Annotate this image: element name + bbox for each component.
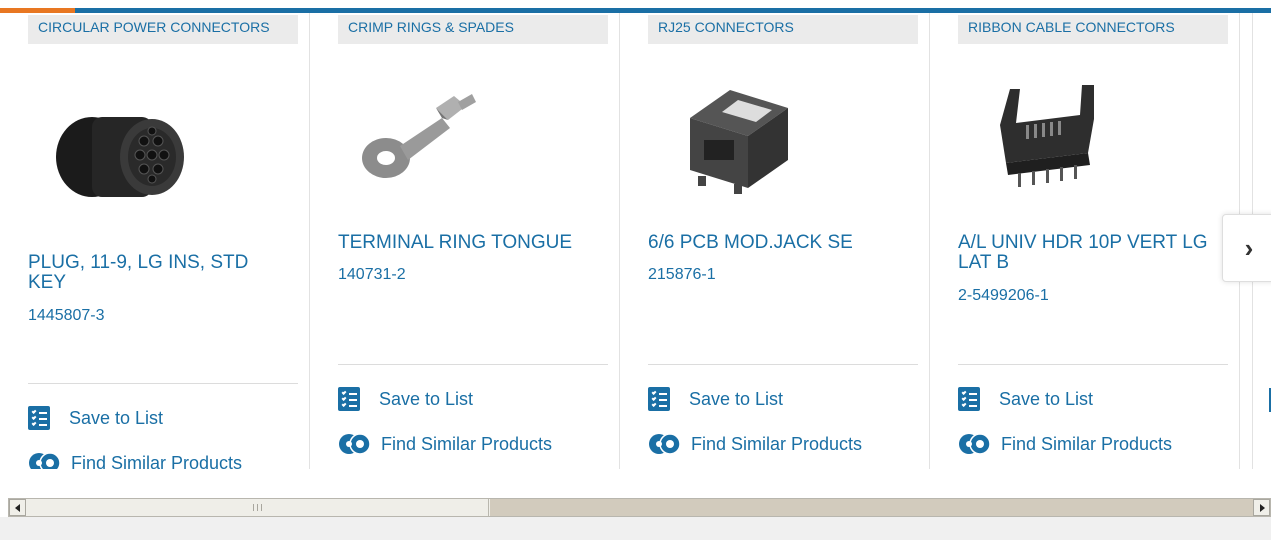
- find-similar-icon: [649, 433, 681, 455]
- product-image[interactable]: [660, 78, 810, 198]
- save-to-list-label: Save to List: [379, 388, 474, 409]
- card-divider: [338, 364, 608, 365]
- right-arrow-icon: [1260, 504, 1265, 512]
- find-similar-label: Find Similar Products: [691, 433, 863, 454]
- product-card: CRIMP RINGS & SPADES TERMINAL RING TONGU…: [310, 13, 620, 469]
- scroll-left-arrow[interactable]: [9, 499, 26, 516]
- find-similar-label: Find Similar Products: [381, 433, 553, 454]
- product-title[interactable]: 6/6 PCB MOD.JACK SE: [648, 233, 908, 253]
- find-similar-icon: [29, 452, 61, 469]
- category-label[interactable]: CRIMP RINGS & SPADES: [338, 15, 608, 44]
- find-similar-button[interactable]: Find Similar Products: [338, 432, 552, 456]
- checklist-icon: [338, 387, 360, 411]
- category-label[interactable]: RIBBON CABLE CONNECTORS: [958, 15, 1228, 44]
- part-number[interactable]: 215876-1: [648, 266, 716, 284]
- save-to-list-button[interactable]: Save to List: [28, 406, 163, 430]
- product-image[interactable]: [970, 75, 1120, 195]
- save-to-list-label: Save to List: [69, 407, 164, 428]
- chevron-right-icon: ›: [1244, 232, 1254, 263]
- product-title[interactable]: PLUG, 11-9, LG INS, STD KEY: [28, 253, 288, 293]
- find-similar-button[interactable]: Find Similar Products: [648, 432, 862, 456]
- product-card: RIBBON CABLE CONNECTORS A/L UNIV HDR 10P…: [930, 13, 1240, 469]
- left-arrow-icon: [15, 504, 20, 512]
- find-similar-button[interactable]: Find Similar Products: [28, 451, 242, 469]
- save-to-list-button[interactable]: Save to List: [958, 387, 1093, 411]
- card-divider: [648, 364, 918, 365]
- product-image[interactable]: [40, 91, 190, 211]
- grip-icon: [253, 504, 262, 511]
- status-area: [0, 517, 1271, 540]
- part-number[interactable]: 140731-2: [338, 266, 406, 284]
- card-divider: [28, 383, 298, 384]
- part-number[interactable]: 2-5499206-1: [958, 287, 1049, 305]
- part-number[interactable]: 1445807-3: [28, 307, 105, 325]
- scroll-right-arrow[interactable]: [1253, 499, 1270, 516]
- carousel-next-button[interactable]: ›: [1222, 214, 1271, 282]
- save-to-list-label: Save to List: [999, 388, 1094, 409]
- product-carousel: CIRCULAR POWER CONNECTORS PLUG, 11-9, LG…: [0, 13, 1271, 469]
- card-divider: [958, 364, 1228, 365]
- category-label[interactable]: RJ25 CONNECTORS: [648, 15, 918, 44]
- product-card: CIRCULAR POWER CONNECTORS PLUG, 11-9, LG…: [0, 13, 310, 469]
- scrollbar-track[interactable]: [490, 499, 1253, 516]
- save-to-list-button[interactable]: Save to List: [648, 387, 783, 411]
- find-similar-label: Find Similar Products: [71, 452, 243, 470]
- find-similar-icon: [339, 433, 371, 455]
- scrollbar-thumb[interactable]: [27, 499, 489, 516]
- horizontal-scrollbar[interactable]: [8, 498, 1271, 517]
- product-title[interactable]: TERMINAL RING TONGUE: [338, 233, 598, 253]
- find-similar-button[interactable]: Find Similar Products: [958, 432, 1172, 456]
- product-title[interactable]: A/L UNIV HDR 10P VERT LG LAT B: [958, 233, 1218, 273]
- checklist-icon: [648, 387, 670, 411]
- product-image[interactable]: [350, 88, 500, 208]
- find-similar-label: Find Similar Products: [1001, 433, 1173, 454]
- product-card: RJ25 CONNECTORS 6/6 PCB MOD.JACK SE 2158…: [620, 13, 930, 469]
- find-similar-icon: [959, 433, 991, 455]
- checklist-icon: [28, 406, 50, 430]
- save-to-list-label: Save to List: [689, 388, 784, 409]
- checklist-icon: [958, 387, 980, 411]
- category-label[interactable]: CIRCULAR POWER CONNECTORS: [28, 15, 298, 44]
- save-to-list-button[interactable]: Save to List: [338, 387, 473, 411]
